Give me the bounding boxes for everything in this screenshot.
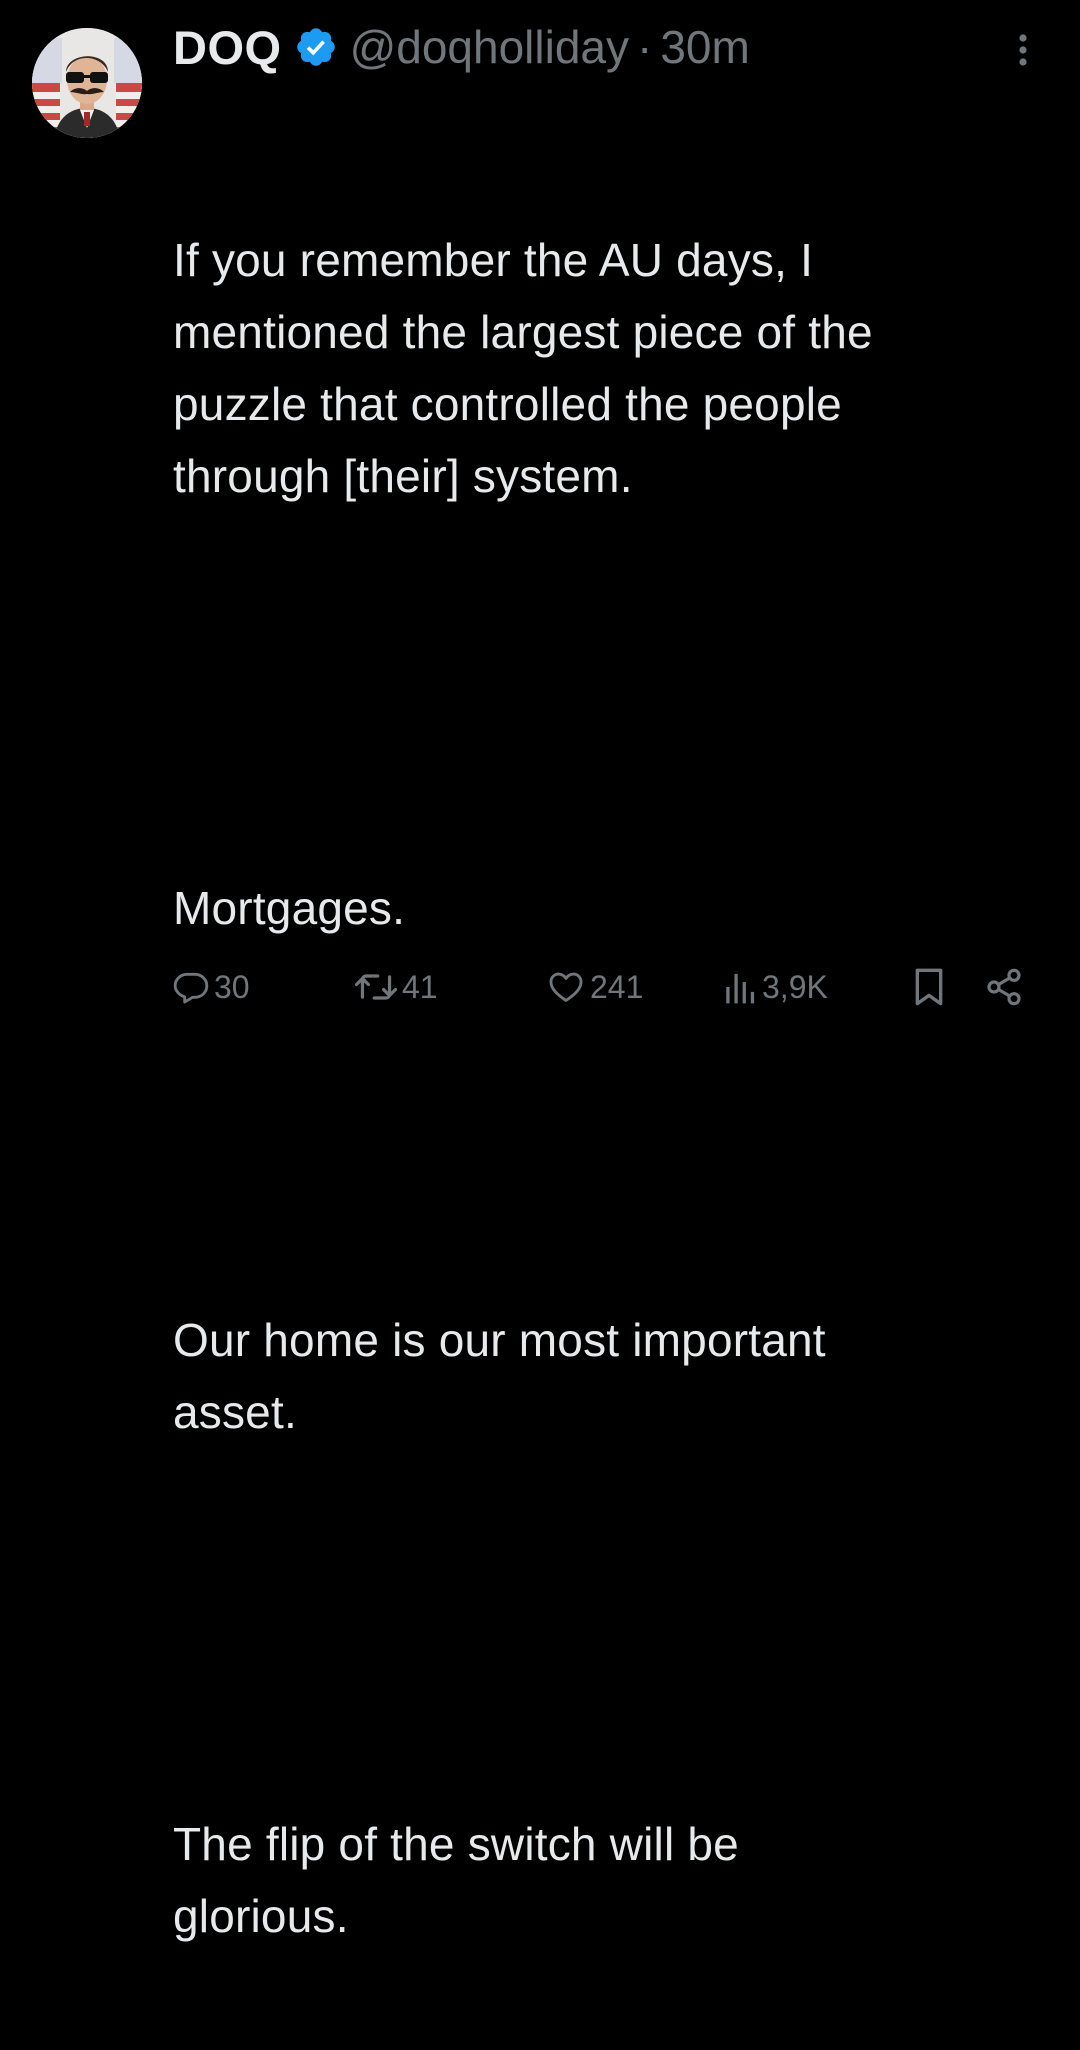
share-button[interactable] — [984, 960, 1024, 1014]
reply-count: 30 — [214, 968, 250, 1005]
user-handle[interactable]: @doqholliday — [350, 20, 629, 74]
views-count: 3,9K — [762, 968, 828, 1005]
tweet-paragraph: If you remember the AU days, I mentioned… — [173, 234, 873, 502]
reply-button[interactable]: 30 — [172, 960, 250, 1014]
bookmark-button[interactable] — [912, 960, 946, 1014]
verified-badge-icon[interactable] — [294, 25, 338, 69]
more-vertical-icon[interactable] — [1008, 30, 1038, 70]
views-button[interactable]: 3,9K — [724, 960, 828, 1014]
avatar-portrait — [32, 28, 142, 138]
share-icon — [984, 967, 1024, 1007]
tweet-paragraph: The flip of the switch will be glorious. — [173, 1818, 739, 1942]
retweet-icon — [354, 968, 398, 1006]
retweet-button[interactable]: 41 — [354, 960, 438, 1014]
heart-icon — [546, 968, 586, 1006]
tweet-paragraph: Mortgages. — [173, 882, 406, 934]
like-count: 241 — [590, 968, 644, 1005]
tweet-header: DOQ @doqholliday · 30m — [173, 16, 750, 78]
display-name[interactable]: DOQ — [173, 20, 282, 75]
retweet-count: 41 — [402, 968, 438, 1005]
tweet-text: If you remember the AU days, I mentioned… — [173, 80, 1053, 2050]
bookmark-icon — [912, 967, 946, 1007]
reply-icon — [172, 968, 210, 1006]
separator-dot: · — [637, 21, 653, 73]
tweet-paragraph: Our home is our most important asset. — [173, 1314, 826, 1438]
avatar[interactable] — [32, 28, 142, 138]
like-button[interactable]: 241 — [546, 960, 643, 1014]
timestamp[interactable]: 30m — [660, 20, 749, 74]
tweet-actions: 30 41 241 3,9K — [172, 960, 1032, 1014]
views-bar-chart-icon — [724, 969, 758, 1005]
tweet[interactable]: DOQ @doqholliday · 30m If you remember t… — [0, 0, 1080, 1942]
